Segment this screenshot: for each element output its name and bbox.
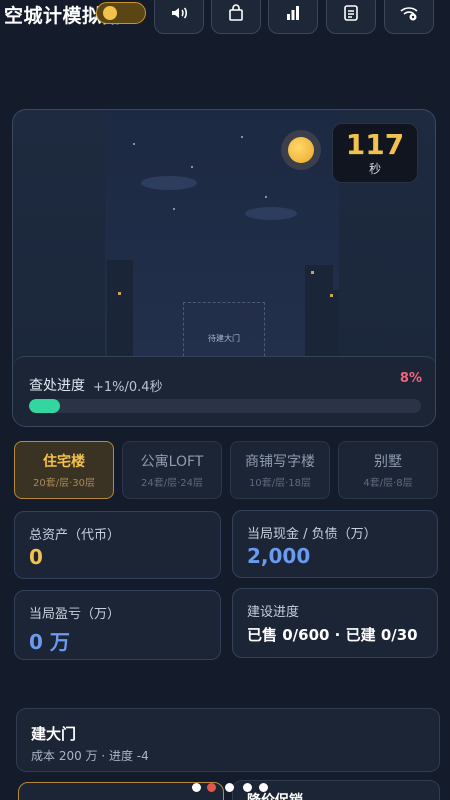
profit-label: 当局盈亏（万） — [29, 607, 121, 622]
page-indicator-dot[interactable] — [225, 783, 234, 792]
star — [241, 136, 243, 138]
log-button[interactable] — [326, 0, 376, 34]
progress-fill — [29, 399, 61, 413]
star — [191, 166, 193, 168]
tab-sub: 24套/层·24层 — [141, 478, 203, 489]
notes-icon — [344, 5, 358, 21]
coin-icon — [103, 6, 117, 20]
gate-label: 待建大门 — [208, 334, 240, 343]
build-progress-value: 已售 0/600 · 已建 0/30 — [247, 626, 418, 644]
total-assets-card: 总资产（代币） 0 — [14, 511, 221, 579]
tab-label: 别墅 — [374, 454, 402, 470]
build-gate-card[interactable]: 建大门 成本 200 万 · 进度 -4 — [16, 708, 440, 772]
tab-commercial[interactable]: 商铺写字楼 10套/层·18层 — [230, 441, 330, 499]
tab-villa[interactable]: 别墅 4套/层·8层 — [338, 441, 438, 499]
sound-button[interactable] — [154, 0, 204, 34]
progress-label: 查处进度 — [29, 378, 85, 394]
bar-chart-icon — [287, 6, 299, 20]
build-progress-card: 建设进度 已售 0/600 · 已建 0/30 — [232, 588, 438, 658]
tab-sub: 20套/层·30层 — [33, 478, 95, 489]
shopping-bag-icon — [229, 4, 243, 21]
cash-value: 2,000 — [247, 544, 311, 568]
building-silhouette — [325, 290, 339, 360]
sun-icon — [281, 130, 321, 170]
city-scene: 待建大门 117 秒 查处进度 +1%/0.4秒 8% — [12, 109, 436, 427]
cloud — [245, 207, 297, 220]
page-indicator-dot[interactable] — [192, 783, 201, 792]
tab-label: 公寓LOFT — [140, 454, 204, 470]
total-assets-value: 0 — [29, 545, 43, 569]
tab-loft[interactable]: 公寓LOFT 24套/层·24层 — [122, 441, 222, 499]
progress-percent: 8% — [399, 371, 422, 386]
timer-unit: 秒 — [368, 162, 381, 176]
tab-sub: 4套/层·8层 — [363, 478, 413, 489]
profit-card: 当局盈亏（万） 0 万 — [14, 590, 221, 660]
building-silhouette — [107, 260, 133, 360]
timer-value: 117 — [345, 128, 405, 161]
network-settings-button[interactable] — [384, 0, 434, 34]
tab-label: 商铺写字楼 — [245, 454, 315, 470]
inspection-progress: 查处进度 +1%/0.4秒 8% — [13, 356, 435, 426]
page-indicator-dot[interactable] — [259, 783, 268, 792]
top-bar: 空城计模拟器 — [0, 0, 450, 40]
shop-button[interactable] — [211, 0, 261, 34]
page-indicator-dot[interactable] — [243, 783, 252, 792]
promotion-title: 降价促销 — [247, 790, 303, 800]
star — [265, 196, 267, 198]
progress-bar — [29, 399, 421, 413]
build-gate-title: 建大门 — [31, 725, 77, 743]
cloud — [141, 176, 197, 190]
build-progress-label: 建设进度 — [247, 605, 300, 620]
tab-label: 住宅楼 — [43, 454, 85, 470]
cash-label: 当局现金 / 负债（万） — [247, 527, 377, 542]
page-indicator-dot-active[interactable] — [207, 783, 216, 792]
wifi-settings-icon — [400, 7, 418, 21]
tab-sub: 10套/层·18层 — [249, 478, 311, 489]
build-gate-desc: 成本 200 万 · 进度 -4 — [31, 749, 149, 763]
star — [133, 143, 135, 145]
profit-value: 0 万 — [29, 630, 70, 654]
cash-card: 当局现金 / 负债（万） 2,000 — [232, 510, 438, 578]
star — [173, 208, 175, 210]
tab-residential[interactable]: 住宅楼 20套/层·30层 — [14, 441, 114, 499]
stats-button[interactable] — [268, 0, 318, 34]
total-assets-label: 总资产（代币） — [29, 528, 121, 543]
progress-rate: +1%/0.4秒 — [93, 380, 163, 395]
coin-badge — [96, 2, 146, 24]
countdown-timer: 117 秒 — [332, 123, 418, 183]
speaker-icon — [172, 7, 188, 19]
